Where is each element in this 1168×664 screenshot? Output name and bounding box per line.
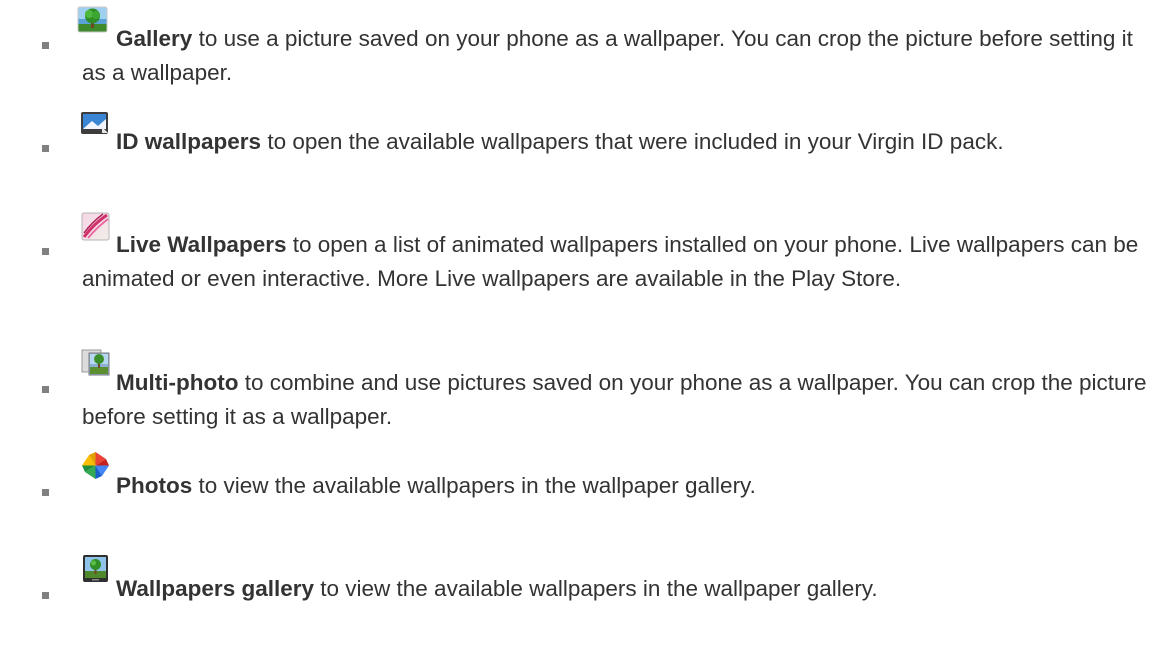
item-body: to use a picture saved on your phone as … bbox=[82, 26, 1133, 85]
list-item-text: ID wallpapers to open the available wall… bbox=[82, 125, 1162, 159]
item-body: to combine and use pictures saved on you… bbox=[82, 370, 1147, 429]
bullet bbox=[42, 42, 49, 49]
list-item-text: Multi-photo to combine and use pictures … bbox=[82, 366, 1162, 434]
item-title: Photos bbox=[116, 473, 193, 498]
bullet bbox=[42, 489, 49, 496]
item-title: Multi-photo bbox=[116, 370, 239, 395]
item-body: to view the available wallpapers in the … bbox=[192, 473, 756, 498]
list-item-text: Wallpapers gallery to view the available… bbox=[82, 572, 1162, 606]
item-body: to open the available wallpapers that we… bbox=[261, 129, 1004, 154]
item-title: Live Wallpapers bbox=[116, 232, 287, 257]
list-item-text: Gallery to use a picture saved on your p… bbox=[82, 22, 1162, 90]
item-title: ID wallpapers bbox=[116, 129, 262, 154]
list-item-text: Photos to view the available wallpapers … bbox=[82, 469, 1162, 503]
list-item-text: Live Wallpapers to open a list of animat… bbox=[82, 228, 1162, 296]
item-title: Wallpapers gallery bbox=[116, 576, 314, 601]
bullet bbox=[42, 386, 49, 393]
item-body: to view the available wallpapers in the … bbox=[314, 576, 878, 601]
wallpaper-source-list: Gallery to use a picture saved on your p… bbox=[0, 0, 1168, 664]
bullet bbox=[42, 248, 49, 255]
bullet bbox=[42, 592, 49, 599]
bullet bbox=[42, 145, 49, 152]
item-title: Gallery bbox=[116, 26, 193, 51]
